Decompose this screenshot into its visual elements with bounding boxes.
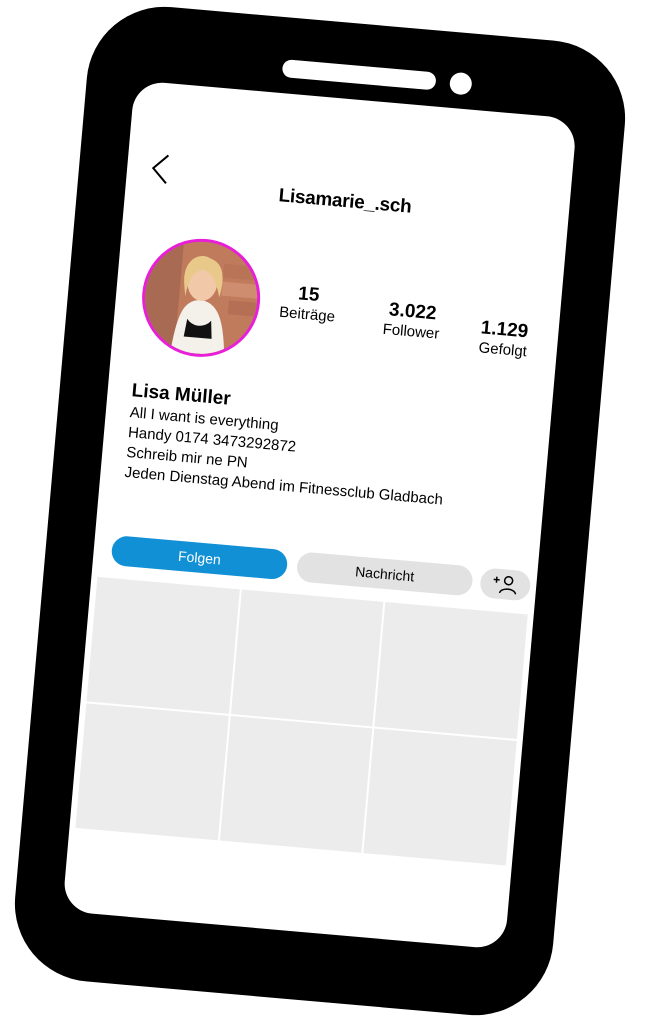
- message-button[interactable]: Nachricht: [295, 551, 474, 597]
- add-person-icon: [493, 575, 517, 595]
- profile-username: Lisamarie_.sch: [277, 185, 413, 218]
- stat-following[interactable]: 1.129 Gefolgt: [462, 316, 545, 363]
- avatar[interactable]: [137, 233, 266, 362]
- add-user-button[interactable]: [479, 567, 532, 602]
- stat-followers[interactable]: 3.022 Follower: [365, 297, 458, 345]
- post-thumbnail[interactable]: [75, 703, 229, 841]
- posts-grid: [75, 576, 528, 866]
- phone-frame: Lisamarie_.sch 15 Beiträge 3.022 Followe…: [8, 0, 632, 1022]
- post-thumbnail[interactable]: [86, 576, 240, 714]
- chevron-left-icon: [151, 154, 170, 184]
- back-button[interactable]: [144, 148, 177, 190]
- phone-speaker: [281, 59, 437, 91]
- follow-button[interactable]: Folgen: [110, 535, 289, 581]
- post-thumbnail[interactable]: [374, 602, 528, 740]
- stat-posts[interactable]: 15 Beiträge: [266, 281, 349, 328]
- phone-camera: [448, 71, 473, 96]
- profile-screen: Lisamarie_.sch 15 Beiträge 3.022 Followe…: [62, 80, 578, 950]
- avatar-photo: [140, 237, 262, 359]
- stage: Lisamarie_.sch 15 Beiträge 3.022 Followe…: [0, 0, 646, 1023]
- profile-bio: Lisa Müller All I want is everything Han…: [124, 379, 542, 518]
- post-thumbnail[interactable]: [363, 728, 517, 866]
- post-thumbnail[interactable]: [230, 589, 384, 727]
- post-thumbnail[interactable]: [219, 715, 373, 853]
